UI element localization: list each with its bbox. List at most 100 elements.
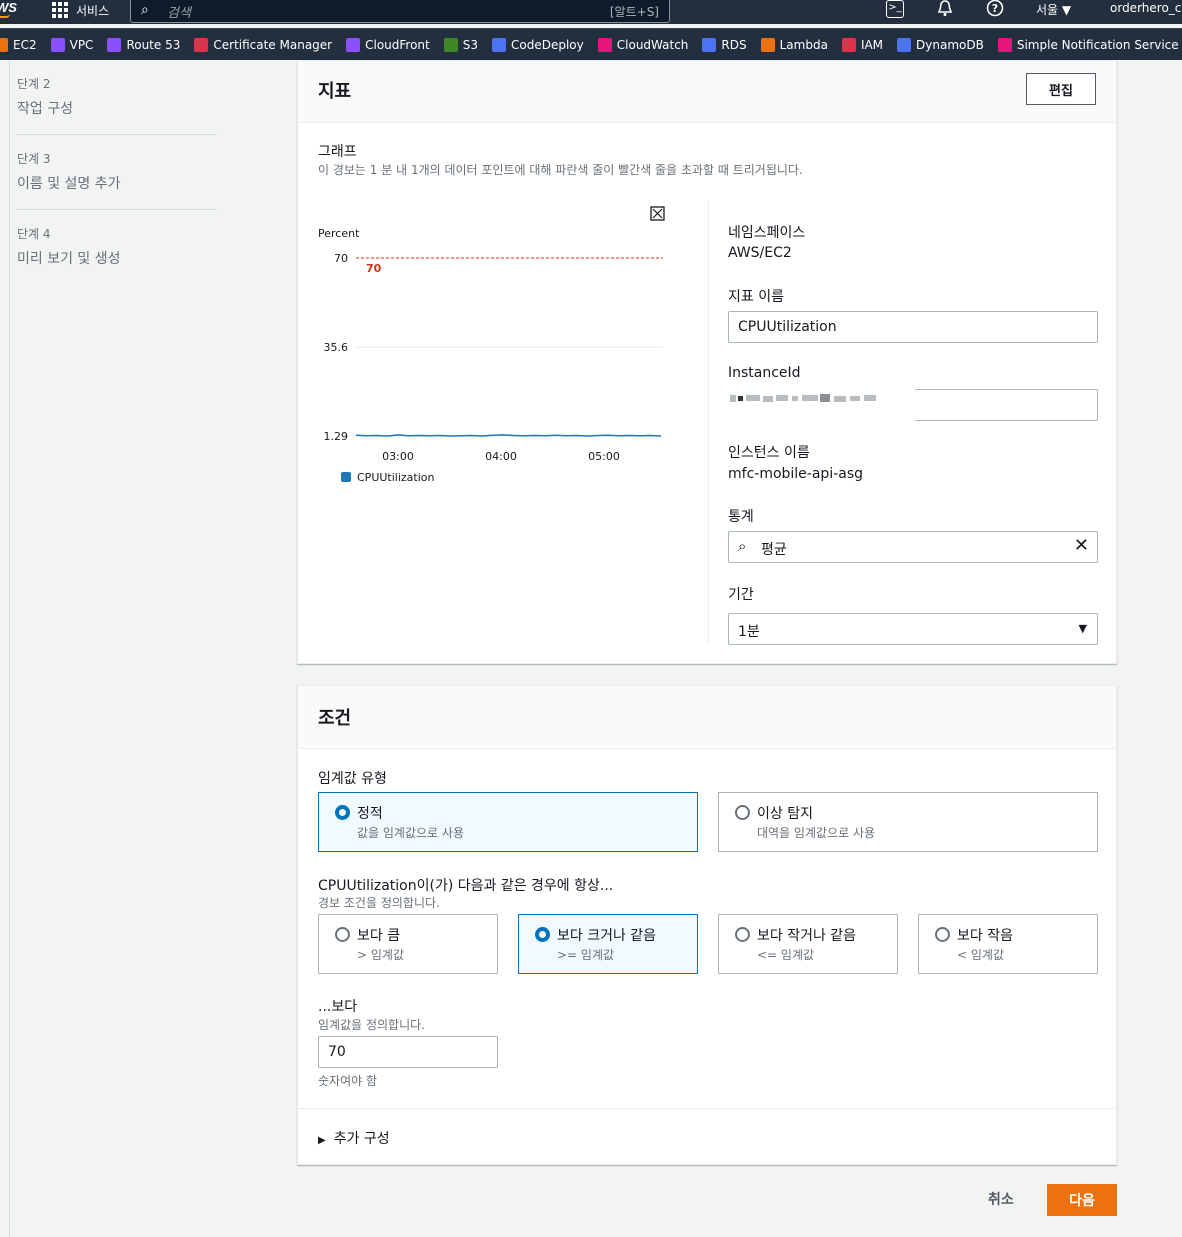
region-selector[interactable]: 서울 ▼ [1036, 1, 1071, 18]
favorite-label: CloudFront [365, 37, 430, 52]
instanceid-field[interactable] [915, 389, 1098, 421]
namespace-value: AWS/EC2 [728, 245, 792, 261]
cloudshell-icon[interactable]: >_ [886, 0, 904, 18]
favorite-dynamodb[interactable]: DynamoDB [897, 37, 984, 52]
threshold-static-option[interactable]: 정적 값을 임계값으로 사용 [318, 792, 698, 852]
instance-name-label: 인스턴스 이름 [728, 445, 810, 461]
favorite-codedeploy[interactable]: CodeDeploy [492, 37, 584, 52]
threshold-label: 70 [366, 262, 382, 275]
favorites-bar: EC2 VPC Route 53 Certificate Manager CloudFr… [0, 28, 1182, 60]
divider [298, 1108, 1116, 1109]
service-icon [194, 37, 209, 52]
operator-greater-equal-option[interactable]: 보다 크거나 같음 >= 임계값 [518, 914, 698, 974]
whenever-description: 경보 조건을 정의합니다. [318, 896, 440, 910]
favorite-label: Lambda [779, 37, 828, 52]
step-name: 작업 구성 [17, 101, 73, 117]
favorite-rds[interactable]: RDS [702, 37, 747, 52]
favorite-simple-notification-service[interactable]: Simple Notification Service [997, 37, 1179, 52]
instance-name-value: mfc-mobile-api-asg [728, 466, 864, 482]
cancel-button[interactable]: 취소 [988, 1189, 1014, 1209]
favorite-iam[interactable]: IAM [841, 37, 884, 52]
additional-config-toggle[interactable]: ▶ 추가 구성 [318, 1128, 390, 1148]
option-title: 이상 탐지 [757, 806, 813, 822]
radio[interactable] [335, 927, 350, 942]
step-number: 단계 2 [17, 77, 51, 91]
than-label: ...보다 [318, 999, 358, 1015]
conditions-panel-header: 조건 [298, 686, 1116, 749]
period-select[interactable]: 1분 ▼ [728, 613, 1098, 645]
favorite-vpc[interactable]: VPC [50, 37, 93, 52]
favorite-certificate-manager[interactable]: Certificate Manager [194, 37, 332, 52]
graph-label: 그래프 [318, 144, 357, 160]
y-tick-label: 35.6 [324, 341, 349, 354]
search-placeholder: 검색 [167, 6, 191, 21]
favorite-ec2[interactable]: EC2 [0, 37, 37, 52]
services-menu-button[interactable]: 서비스 [52, 0, 109, 20]
statistic-value: 평균 [761, 542, 787, 558]
radio-selected[interactable] [335, 805, 350, 820]
option-title: 보다 큼 [357, 928, 401, 944]
aws-logo[interactable]: WS [0, 0, 17, 18]
statistic-field[interactable]: ⌕ 평균 ✕ [728, 531, 1098, 563]
option-desc: < 임계값 [957, 948, 1004, 962]
than-description: 임계값을 정의합니다. [318, 1018, 425, 1032]
metric-panel: 지표 편집 그래프 이 경보는 1 분 내 1개의 데이터 포인트에 대해 파란… [297, 60, 1117, 664]
svg-text:?: ? [992, 2, 998, 15]
metric-title: 지표 [318, 81, 352, 102]
favorite-lambda[interactable]: Lambda [760, 37, 828, 52]
service-icon [50, 37, 65, 52]
operator-less-option[interactable]: 보다 작음 < 임계값 [918, 914, 1098, 974]
step-4[interactable]: 단계 4 미리 보기 및 생성 [17, 225, 121, 268]
option-desc: >= 임계값 [557, 948, 615, 962]
radio[interactable] [735, 805, 750, 820]
metric-name-field[interactable]: CPUUtilization [728, 311, 1098, 343]
favorite-route-53[interactable]: Route 53 [107, 37, 180, 52]
favorite-label: RDS [721, 37, 747, 52]
favorite-cloudfront[interactable]: CloudFront [346, 37, 430, 52]
service-icon [702, 37, 717, 52]
step-2[interactable]: 단계 2 작업 구성 [17, 75, 73, 118]
favorite-label: IAM [860, 37, 884, 52]
operator-less-equal-option[interactable]: 보다 작거나 같음 <= 임계값 [718, 914, 898, 974]
search-icon: ⌕ [738, 537, 747, 555]
option-title: 정적 [357, 806, 383, 822]
divider [708, 201, 709, 643]
instanceid-label: InstanceId [728, 365, 801, 381]
metric-panel-header: 지표 편집 [298, 61, 1116, 123]
step-name: 이름 및 설명 추가 [17, 176, 121, 192]
step-3[interactable]: 단계 3 이름 및 설명 추가 [17, 150, 121, 193]
operator-greater-option[interactable]: 보다 큼 > 임계값 [318, 914, 498, 974]
help-icon[interactable]: ? [986, 0, 1004, 21]
option-desc: > 임계값 [357, 948, 404, 962]
account-menu[interactable]: orderhero_ch [1110, 1, 1182, 15]
edit-button[interactable]: 편집 [1026, 73, 1096, 105]
radio-selected[interactable] [535, 927, 550, 942]
favorite-s3[interactable]: S3 [443, 37, 479, 52]
favorite-label: DynamoDB [916, 37, 984, 52]
expand-icon[interactable] [650, 206, 665, 221]
next-button[interactable]: 다음 [1047, 1184, 1117, 1216]
search-input[interactable]: ⌕ 검색 [알트+S] [130, 0, 670, 23]
caret-right-icon: ▶ [318, 1135, 326, 1146]
step-name: 미리 보기 및 생성 [17, 251, 121, 267]
favorite-cloudwatch[interactable]: CloudWatch [597, 37, 688, 52]
service-icon [346, 37, 361, 52]
service-icon [760, 37, 775, 52]
top-navigation: WS 서비스 ⌕ 검색 [알트+S] >_ ? 서울 ▼ orderhero_c… [0, 0, 1182, 24]
favorite-label: S3 [462, 37, 479, 52]
namespace-label: 네임스페이스 [728, 225, 806, 241]
threshold-hint: 숫자여야 함 [318, 1074, 378, 1088]
threshold-anomaly-option[interactable]: 이상 탐지 대역을 임계값으로 사용 [718, 792, 1098, 852]
bell-icon[interactable] [936, 0, 954, 21]
service-icon [897, 37, 912, 52]
service-icon [0, 37, 8, 52]
radio[interactable] [735, 927, 750, 942]
service-icon [107, 37, 122, 52]
service-icon [997, 37, 1012, 52]
radio[interactable] [935, 927, 950, 942]
threshold-value-field[interactable]: 70 [318, 1036, 498, 1068]
search-shortcut: [알트+S] [609, 5, 659, 19]
clear-icon[interactable]: ✕ [1074, 535, 1089, 556]
steps-divider [9, 60, 10, 1237]
y-tick-label: 70 [334, 252, 348, 265]
